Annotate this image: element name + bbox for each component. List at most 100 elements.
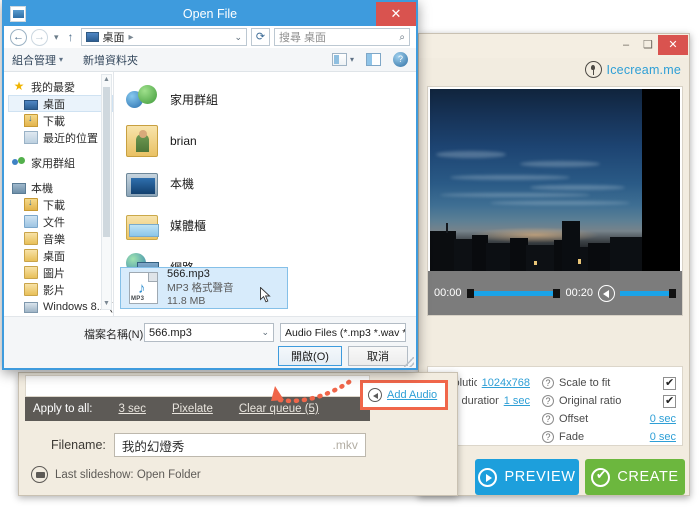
seek-handle-right[interactable] xyxy=(553,288,561,298)
folder-desktop-icon xyxy=(24,249,38,262)
mouse-cursor xyxy=(260,287,271,303)
nav-item-drive-c[interactable]: Windows 8.1 (C: xyxy=(8,298,113,315)
nav-item-pictures[interactable]: 圖片 xyxy=(8,264,113,281)
help-hint-icon[interactable]: ? xyxy=(542,431,554,443)
file-item-label: 本機 xyxy=(170,176,195,191)
video-preview[interactable] xyxy=(430,89,680,271)
last-slideshow-label[interactable]: Last slideshow: Open Folder xyxy=(55,469,201,481)
apply-effect-link[interactable]: Pixelate xyxy=(172,403,213,415)
file-list-item[interactable]: brian xyxy=(120,120,416,162)
seek-slider[interactable] xyxy=(466,288,561,298)
filename-input[interactable]: 566.mp3 ⌄ xyxy=(144,323,274,342)
add-audio-label[interactable]: Add Audio xyxy=(387,389,437,401)
apply-duration-link[interactable]: 3 sec xyxy=(118,403,146,415)
chevron-down-icon[interactable]: ⌄ xyxy=(261,327,269,338)
speaker-icon[interactable] xyxy=(598,284,615,302)
file-list-item[interactable]: 媒體櫃 xyxy=(120,204,416,246)
preview-button[interactable]: PREVIEW xyxy=(475,459,579,495)
preview-pane-icon[interactable] xyxy=(366,53,381,66)
last-slideshow-row[interactable]: Last slideshow: Open Folder xyxy=(31,466,201,483)
player-controls: 00:00 00:20 xyxy=(428,271,682,315)
nav-item-pc-desktop[interactable]: 桌面 xyxy=(8,247,113,264)
file-item-label: 家用群組 xyxy=(170,92,219,107)
app-close-button[interactable]: ✕ xyxy=(658,35,688,55)
add-audio-callout[interactable]: Add Audio xyxy=(360,380,448,410)
add-audio-inner: Add Audio xyxy=(363,383,445,407)
setting-row-fade: ? Fade 0 sec xyxy=(536,428,682,446)
up-icon[interactable]: ↑ xyxy=(65,30,77,44)
file-type-select[interactable]: Audio Files (*.mp3 *.wav *.wm ⌄ xyxy=(280,323,406,342)
address-bar[interactable]: 桌面 ▸ ⌄ xyxy=(80,28,247,46)
setting-checkbox-scale-to-fit[interactable] xyxy=(663,376,676,390)
back-icon[interactable]: ← xyxy=(10,28,27,46)
seek-handle-left[interactable] xyxy=(466,288,474,298)
app-minimize-button[interactable]: – xyxy=(615,36,637,54)
cancel-button[interactable]: 取消 xyxy=(348,346,408,366)
forward-icon[interactable]: → xyxy=(31,28,48,46)
cloud xyxy=(520,161,600,167)
nav-item-pc-downloads[interactable]: 下載 xyxy=(8,196,113,213)
resize-grip[interactable] xyxy=(404,357,414,367)
help-hint-icon[interactable]: ? xyxy=(542,377,554,389)
file-item-label: brian xyxy=(170,134,197,148)
brand-label[interactable]: Icecream.me xyxy=(607,63,681,77)
setting-value-offset[interactable]: 0 sec xyxy=(650,413,676,425)
nav-item-recent-places[interactable]: 最近的位置 xyxy=(8,129,113,146)
nav-item-favorites[interactable]: ★ 我的最愛 xyxy=(8,78,113,95)
nav-item-downloads[interactable]: 下載 xyxy=(8,112,113,129)
app-title-bar: – ❑ ✕ xyxy=(419,34,689,58)
help-hint-icon[interactable]: ? xyxy=(542,395,554,407)
organize-menu[interactable]: 組合管理 ▾ xyxy=(12,52,63,68)
scroll-down-icon[interactable]: ▼ xyxy=(102,299,111,309)
help-hint-icon[interactable]: ? xyxy=(542,413,554,425)
setting-value-resolution[interactable]: 1024x768 xyxy=(482,377,530,389)
output-filename-input[interactable]: 我的幻燈秀 .mkv xyxy=(113,433,366,457)
volume-slider[interactable] xyxy=(620,288,676,298)
history-caret-icon[interactable]: ▾ xyxy=(52,32,61,43)
open-button[interactable]: 開啟(O) xyxy=(278,346,342,366)
dialog-close-button[interactable]: ✕ xyxy=(376,2,416,26)
file-list-pane[interactable]: 家用群組 brian 本機 媒體櫃 網路 xyxy=(114,72,416,316)
speaker-icon xyxy=(368,388,382,402)
user-folder-icon xyxy=(126,125,158,157)
cloud xyxy=(436,151,506,158)
nav-item-music[interactable]: 音樂 xyxy=(8,230,113,247)
new-folder-button[interactable]: 新增資料夾 xyxy=(83,52,138,68)
clear-queue-link[interactable]: Clear queue (5) xyxy=(239,403,319,415)
volume-handle[interactable] xyxy=(669,288,676,298)
help-icon[interactable]: ? xyxy=(393,52,408,67)
search-input[interactable]: 搜尋 桌面 ⌕ xyxy=(274,28,410,46)
nav-item-desktop[interactable]: 桌面 xyxy=(8,95,113,112)
address-value: 桌面 xyxy=(102,32,125,44)
setting-value-slide-duration[interactable]: 1 sec xyxy=(504,395,530,407)
nav-item-homegroup[interactable]: 家用群組 xyxy=(8,154,113,171)
setting-label-scale-to-fit: Scale to fit xyxy=(559,377,611,389)
setting-value-fade[interactable]: 0 sec xyxy=(650,431,676,443)
refresh-icon[interactable]: ⟳ xyxy=(251,28,270,46)
nav-pane-scrollbar[interactable]: ▲ ▼ xyxy=(101,74,112,310)
scroll-up-icon[interactable]: ▲ xyxy=(102,75,111,85)
file-list-item[interactable]: 本機 xyxy=(120,162,416,204)
check-icon xyxy=(591,467,611,487)
setting-checkbox-original-ratio[interactable] xyxy=(663,394,676,408)
change-view-button[interactable]: ▾ xyxy=(331,53,354,66)
selected-file-type: MP3 格式聲音 xyxy=(167,281,234,294)
create-button[interactable]: CREATE xyxy=(585,459,685,495)
search-placeholder: 搜尋 桌面 xyxy=(279,32,327,44)
homegroup-icon xyxy=(126,83,158,115)
file-list-item[interactable]: 家用群組 xyxy=(120,78,416,120)
new-folder-label: 新增資料夾 xyxy=(83,54,139,67)
chevron-down-icon[interactable]: ⌄ xyxy=(234,32,242,43)
nav-item-this-pc[interactable]: 本機 xyxy=(8,179,113,196)
setting-label-offset: Offset xyxy=(559,413,589,425)
app-maximize-button[interactable]: ❑ xyxy=(637,36,659,54)
nav-item-videos[interactable]: 影片 xyxy=(8,281,113,298)
file-type-value: Audio Files (*.mp3 *.wav *.wm xyxy=(285,326,406,339)
navigation-pane: ★ 我的最愛 桌面 下載 最近的位置 家用群組 xyxy=(4,72,114,316)
scrollbar-thumb[interactable] xyxy=(103,87,110,237)
nav-item-documents[interactable]: 文件 xyxy=(8,213,113,230)
brand-row[interactable]: Icecream.me xyxy=(584,61,681,78)
nav-item-label: 桌面 xyxy=(43,250,65,263)
